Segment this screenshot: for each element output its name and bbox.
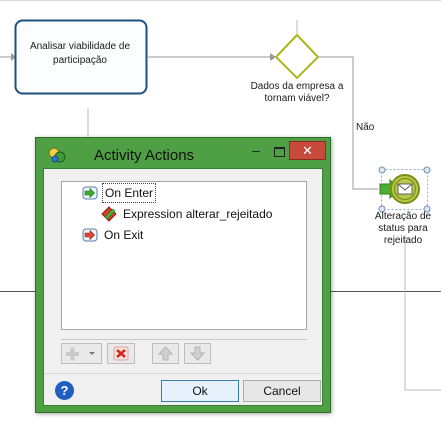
exclusive-gateway[interactable] bbox=[274, 33, 320, 80]
minimize-icon: – bbox=[252, 143, 260, 158]
cancel-button[interactable]: Cancel bbox=[243, 380, 321, 402]
maximize-button[interactable] bbox=[268, 142, 290, 162]
delete-action-button[interactable] bbox=[107, 343, 135, 364]
flow-label-nao: Não bbox=[356, 122, 375, 133]
tree-item-label: Expression alterar_rejeitado bbox=[123, 207, 273, 221]
expression-icon bbox=[101, 206, 117, 222]
move-down-icon bbox=[189, 346, 206, 361]
ok-button[interactable]: Ok bbox=[161, 380, 239, 402]
tree-item-label: On Enter bbox=[101, 183, 157, 203]
button-bar-divider bbox=[44, 373, 322, 374]
flow-right-edge bbox=[404, 235, 441, 391]
maximize-icon bbox=[273, 147, 285, 157]
move-up-icon bbox=[157, 346, 174, 361]
task-label: Analisar viabilidade de participação bbox=[29, 41, 131, 66]
exit-action-icon bbox=[82, 228, 98, 242]
activity-actions-dialog: Activity Actions – ✕ On Enter Expression… bbox=[35, 137, 331, 413]
dialog-client-area: On Enter Expression alterar_rejeitado On… bbox=[43, 168, 323, 406]
close-button[interactable]: ✕ bbox=[289, 141, 326, 160]
toolbar-divider bbox=[61, 339, 307, 340]
activity-actions-icon bbox=[48, 147, 66, 163]
delete-icon bbox=[113, 346, 129, 361]
help-icon[interactable]: ? bbox=[55, 381, 74, 400]
envelope-icon bbox=[397, 183, 413, 195]
move-down-button[interactable] bbox=[184, 343, 211, 364]
enter-action-icon bbox=[82, 186, 98, 200]
selection-handle[interactable] bbox=[423, 166, 431, 174]
dialog-title: Activity Actions bbox=[94, 147, 195, 164]
selection-handle[interactable] bbox=[378, 166, 386, 174]
minimize-button[interactable]: – bbox=[245, 142, 267, 162]
gateway-label: Dados da empresa a tornam viável? bbox=[250, 81, 344, 104]
event-label: Alteração de status para rejeitado bbox=[374, 211, 432, 246]
add-icon bbox=[66, 347, 95, 361]
close-icon: ✕ bbox=[302, 143, 313, 158]
add-action-button[interactable] bbox=[61, 343, 102, 364]
move-up-button[interactable] bbox=[152, 343, 179, 364]
tree-item-label: On Exit bbox=[104, 228, 144, 242]
actions-tree[interactable]: On Enter Expression alterar_rejeitado On… bbox=[61, 181, 307, 330]
